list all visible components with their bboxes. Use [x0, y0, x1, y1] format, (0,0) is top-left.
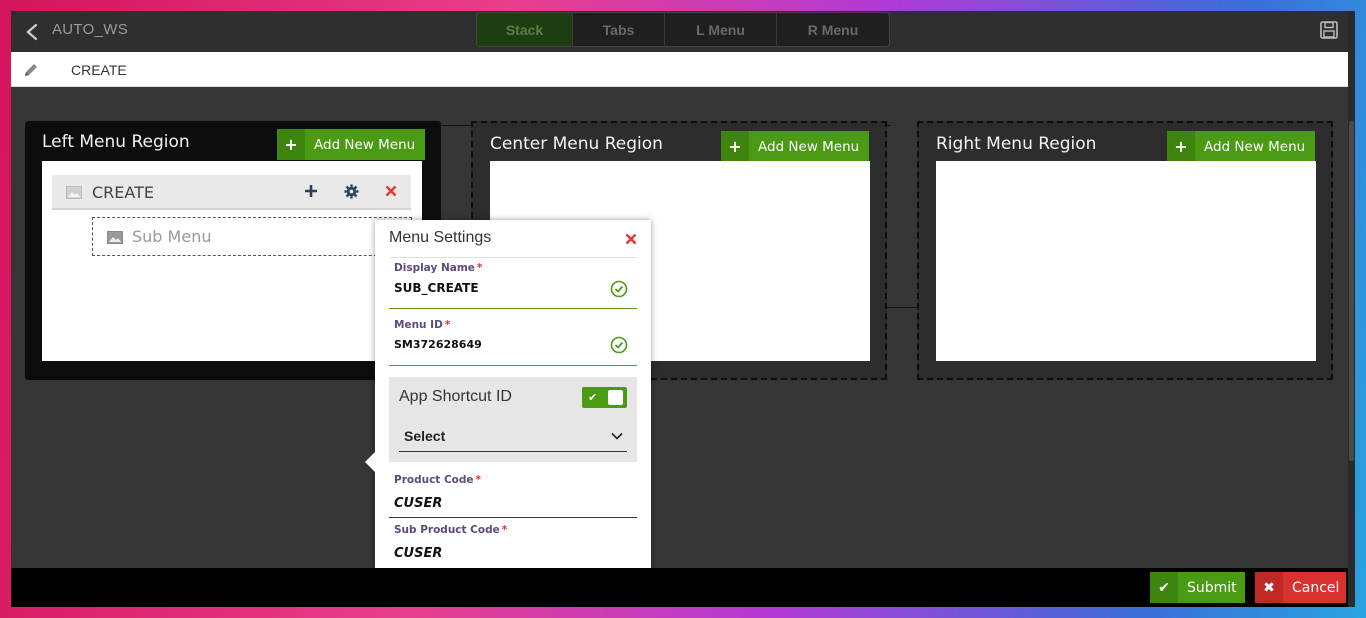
tab-tabs[interactable]: Tabs [573, 13, 665, 46]
scrollbar[interactable] [1348, 11, 1355, 607]
menu-id-label-text: Menu ID [394, 319, 443, 331]
required-mark: * [444, 319, 451, 331]
add-submenu-plus-icon[interactable] [302, 182, 320, 200]
footer-bar: ✔ Submit ✖ Cancel [11, 568, 1355, 607]
close-icon: ✖ [1255, 572, 1283, 603]
app-shortcut-label: App Shortcut ID [399, 388, 512, 405]
app-shortcut-section: App Shortcut ID ✔ Select [389, 377, 637, 462]
scrollbar-thumb[interactable] [1349, 121, 1354, 461]
submit-label: Submit [1187, 579, 1237, 596]
chevron-down-icon[interactable] [610, 429, 624, 443]
sub-product-code-label-text: Sub Product Code [394, 524, 500, 536]
display-name-label: Display Name * [394, 262, 482, 274]
app-shortcut-select[interactable]: Select [404, 428, 445, 444]
field-underline [389, 365, 637, 366]
breadcrumb: CREATE [11, 52, 1355, 87]
tab-r-menu[interactable]: R Menu [777, 13, 889, 46]
sub-product-code-value: CUSER [394, 546, 443, 561]
required-mark: * [475, 474, 482, 486]
region-body [936, 161, 1316, 361]
field-underline [389, 308, 637, 309]
menu-settings-panel: Menu Settings Display Name * SUB_CREATE M… [365, 220, 651, 570]
region-title: Left Menu Region [42, 132, 190, 152]
submit-button[interactable]: ✔ Submit [1150, 572, 1245, 603]
menu-id-label: Menu ID * [394, 319, 450, 331]
product-code-label: Product Code * [394, 474, 481, 486]
plus-icon: + [277, 129, 305, 160]
region-title: Right Menu Region [936, 134, 1097, 154]
display-name-field[interactable]: Display Name * SUB_CREATE [389, 262, 637, 310]
display-name-value: SUB_CREATE [394, 281, 479, 295]
divider [389, 257, 637, 258]
field-underline [389, 517, 637, 518]
display-name-label-text: Display Name [394, 262, 475, 274]
cancel-label: Cancel [1292, 579, 1340, 596]
menu-id-field[interactable]: Menu ID * SM372628649 [389, 319, 637, 367]
layout-tabs: Stack Tabs L Menu R Menu [476, 12, 890, 47]
gear-icon[interactable] [342, 182, 360, 200]
add-new-menu-button[interactable]: + Add New Menu [277, 129, 425, 160]
cancel-button[interactable]: ✖ Cancel [1255, 572, 1346, 603]
checkmark-icon: ✔ [1150, 572, 1178, 603]
workspace: Left Menu Region + Add New Menu CREATE S… [11, 87, 1355, 568]
check-circle-icon [610, 336, 628, 354]
pencil-icon[interactable] [22, 61, 40, 79]
plus-icon: + [721, 131, 749, 162]
image-icon [107, 231, 123, 244]
plus-icon: + [1167, 131, 1195, 162]
sub-product-code-field[interactable]: Sub Product Code * CUSER [389, 524, 637, 570]
tab-l-menu[interactable]: L Menu [665, 13, 777, 46]
app-window: AUTO_WS Stack Tabs L Menu R Menu CREATE … [11, 11, 1355, 607]
menu-item-label: CREATE [92, 183, 154, 202]
menu-item-create[interactable]: CREATE [52, 175, 411, 210]
back-icon[interactable] [23, 22, 41, 42]
check-circle-icon [610, 280, 628, 298]
product-code-value: CUSER [394, 496, 443, 511]
add-new-menu-button[interactable]: + Add New Menu [721, 131, 869, 162]
add-new-menu-label: Add New Menu [758, 138, 860, 155]
close-icon[interactable] [382, 182, 400, 200]
checkmark-icon: ✔ [588, 391, 598, 404]
required-mark: * [476, 262, 483, 274]
top-bar: AUTO_WS Stack Tabs L Menu R Menu [11, 11, 1355, 52]
menu-id-value: SM372628649 [394, 338, 482, 351]
breadcrumb-current: CREATE [71, 62, 127, 78]
toggle-knob [608, 390, 623, 405]
region-body: CREATE Sub Menu [42, 161, 422, 361]
right-menu-region: Right Menu Region + Add New Menu [917, 121, 1333, 380]
add-new-menu-label: Add New Menu [1204, 138, 1306, 155]
select-underline [399, 451, 627, 452]
close-icon[interactable] [625, 233, 637, 245]
save-icon[interactable] [1319, 20, 1339, 40]
menu-item-sub-menu[interactable]: Sub Menu [92, 217, 412, 256]
product-code-label-text: Product Code [394, 474, 474, 486]
add-new-menu-label: Add New Menu [314, 136, 416, 153]
required-mark: * [501, 524, 508, 536]
product-code-field[interactable]: Product Code * CUSER [389, 474, 637, 522]
image-icon [66, 186, 82, 199]
menu-settings-title: Menu Settings [389, 229, 492, 246]
tab-stack[interactable]: Stack [477, 13, 573, 46]
sub-menu-label: Sub Menu [132, 227, 212, 246]
app-title: AUTO_WS [52, 21, 129, 38]
sub-product-code-label: Sub Product Code * [394, 524, 507, 536]
add-new-menu-button[interactable]: + Add New Menu [1167, 131, 1315, 162]
region-title: Center Menu Region [490, 134, 663, 154]
app-shortcut-toggle[interactable]: ✔ [582, 387, 627, 408]
